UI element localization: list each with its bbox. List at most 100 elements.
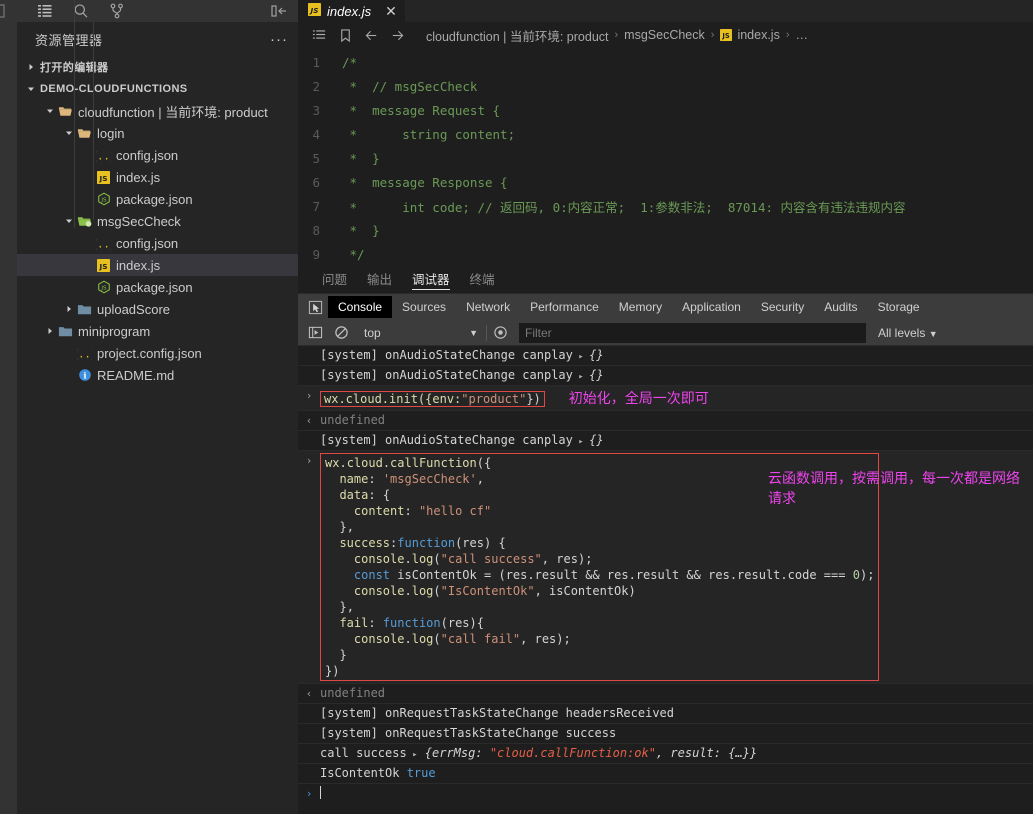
files-icon[interactable]	[37, 3, 53, 19]
breadcrumb-item-0[interactable]: cloudfunction | 当前环境: product	[424, 26, 611, 45]
console-row-gutter: ›	[305, 389, 313, 402]
console-row[interactable]: ‹ undefined	[298, 684, 1033, 704]
collapse-sidebar-icon[interactable]	[270, 3, 288, 19]
outline-icon[interactable]	[306, 28, 332, 43]
devtools-tab-application[interactable]: Application	[672, 296, 751, 318]
breadcrumb-item-1[interactable]: msgSecCheck	[622, 28, 707, 42]
console-row[interactable]: › wx.cloud.callFunction({ name: 'msgSecCh…	[298, 451, 1033, 684]
sidebar-section-open-editors[interactable]: 打开的编辑器	[17, 56, 298, 78]
tree-item-label: config.json	[116, 235, 179, 251]
expand-triangle-icon[interactable]: ▸	[573, 372, 589, 382]
console-row[interactable]: ‹ undefined	[298, 411, 1033, 431]
expand-triangle-icon[interactable]: ▸	[407, 750, 417, 760]
panel-tab-2[interactable]: 调试器	[402, 263, 460, 293]
breadcrumb-item-2[interactable]: index.js	[735, 28, 781, 42]
chevron-down-icon[interactable]	[63, 216, 75, 226]
close-icon[interactable]: ✕	[385, 3, 397, 20]
editor-tab-index-js[interactable]: JS index.js ✕	[298, 0, 406, 22]
tree-item-project.config.json[interactable]: {..} project.config.json	[17, 342, 298, 364]
breadcrumb-separator: ›	[614, 29, 619, 41]
tree-item-readme.md[interactable]: i README.md	[17, 364, 298, 386]
clear-console-icon[interactable]	[328, 325, 354, 340]
tree-item-miniprogram[interactable]: miniprogram	[17, 320, 298, 342]
tree-item-login[interactable]: login	[17, 122, 298, 144]
console-row[interactable]: [system] onAudioStateChange canplay ▸ {}	[298, 366, 1033, 386]
chevron-down-icon: ▼	[469, 327, 478, 338]
expand-triangle-icon[interactable]: ▸	[573, 352, 589, 362]
filter-input[interactable]	[519, 322, 866, 343]
system-log-text: [system] onRequestTaskStateChange header…	[320, 706, 675, 720]
tree-item-config.json[interactable]: {..} config.json	[17, 144, 298, 166]
console-row[interactable]: call success ▸ {errMsg: "cloud.callFunct…	[298, 744, 1033, 764]
devtools-tab-audits[interactable]: Audits	[814, 296, 867, 318]
chevron-right-icon[interactable]	[44, 326, 56, 336]
console-row-body	[320, 786, 1033, 800]
code-text: */	[342, 246, 365, 262]
tree-item-package.json[interactable]: JS package.json	[17, 188, 298, 210]
log-levels-select[interactable]: All levels ▼	[878, 326, 938, 340]
chevron-down-icon[interactable]	[44, 106, 56, 116]
console-row[interactable]: IsContentOk true	[298, 764, 1033, 784]
code-editor[interactable]: 1/* 2 * // msgSecCheck 3 * message Request…	[298, 48, 1033, 263]
tree-item-index.js[interactable]: JS index.js	[17, 254, 298, 276]
console-code-line: console.log("call success", res);	[353, 552, 593, 566]
console-row[interactable]: [system] onRequestTaskStateChange header…	[298, 704, 1033, 724]
tree-item-label: uploadScore	[97, 301, 170, 317]
tree-item-index.js[interactable]: JS index.js	[17, 166, 298, 188]
breadcrumb-item-3[interactable]: …	[794, 28, 811, 42]
console-row[interactable]: [system] onAudioStateChange canplay ▸ {}	[298, 431, 1033, 451]
log-object[interactable]: {}	[589, 348, 603, 362]
explorer-sidebar: 资源管理器 ··· 打开的编辑器 DEMO-CLOUDFUNCTIONS clo…	[17, 0, 298, 814]
console-sidebar-icon[interactable]	[302, 325, 328, 340]
panel-tab-3[interactable]: 终端	[460, 263, 505, 293]
log-object[interactable]: {}	[589, 433, 603, 447]
log-object[interactable]: {}	[589, 368, 603, 382]
nav-back-icon[interactable]	[358, 28, 384, 43]
bookmark-icon[interactable]	[332, 28, 358, 43]
devtools-tab-storage[interactable]: Storage	[868, 296, 930, 318]
console-output[interactable]: [system] onAudioStateChange canplay ▸ {}…	[298, 346, 1033, 814]
console-row[interactable]: [system] onAudioStateChange canplay ▸ {}	[298, 346, 1033, 366]
devtools-tab-network[interactable]: Network	[456, 296, 520, 318]
search-icon[interactable]	[73, 3, 89, 19]
console-log-value: true	[399, 766, 436, 780]
chevron-down-icon[interactable]	[63, 128, 75, 138]
devtools-tab-memory[interactable]: Memory	[609, 296, 672, 318]
tree-item-uploadscore[interactable]: uploadScore	[17, 298, 298, 320]
tree-item-msgseccheck[interactable]: msgSecCheck	[17, 210, 298, 232]
console-context-select[interactable]: top ▼	[354, 323, 486, 343]
tree-item-config.json[interactable]: {..} config.json	[17, 232, 298, 254]
devtools-tab-console[interactable]: Console	[328, 296, 393, 318]
panel-tab-0[interactable]: 问题	[312, 263, 357, 293]
console-row[interactable]: ›	[298, 784, 1033, 804]
panel-tab-1[interactable]: 输出	[357, 263, 402, 293]
tree-item-cloudfunction---------product[interactable]: cloudfunction | 当前环境: product	[17, 100, 298, 122]
console-row[interactable]: [system] onRequestTaskStateChange succes…	[298, 724, 1033, 744]
code-line: 5 * }	[298, 146, 1033, 170]
folder-icon	[77, 302, 92, 317]
sidebar-section-demo-cloudfunctions[interactable]: DEMO-CLOUDFUNCTIONS	[17, 78, 298, 100]
console-row[interactable]: › wx.cloud.init({env:"product"}) 初始化，全局一次即…	[298, 386, 1033, 411]
console-row-body: [system] onAudioStateChange canplay ▸ {}	[320, 368, 1033, 382]
console-row-gutter: ›	[305, 454, 313, 467]
devtools-tab-security[interactable]: Security	[751, 296, 814, 318]
devtools-tab-sources[interactable]: Sources	[392, 296, 456, 318]
nodejs-icon: JS	[97, 280, 111, 294]
more-actions-icon[interactable]: ···	[270, 31, 288, 48]
breadcrumb: cloudfunction | 当前环境: product › msgSecCh…	[298, 22, 1033, 48]
activity-bar-partial-icon[interactable]	[0, 0, 17, 22]
chevron-right-icon[interactable]	[63, 304, 75, 314]
live-expression-icon[interactable]	[487, 325, 513, 340]
source-control-icon[interactable]	[109, 3, 125, 19]
console-input-expression[interactable]: wx.cloud.init({env:"product"})	[320, 391, 545, 407]
system-log-text: [system] onAudioStateChange canplay	[320, 433, 573, 447]
tree-item-label: config.json	[116, 147, 179, 163]
inspect-element-icon[interactable]	[302, 300, 328, 315]
console-prompt-caret[interactable]	[320, 786, 321, 799]
console-row-gutter: ‹	[305, 687, 313, 700]
nav-forward-icon[interactable]	[384, 28, 410, 43]
devtools-tab-performance[interactable]: Performance	[520, 296, 609, 318]
tree-item-package.json[interactable]: JS package.json	[17, 276, 298, 298]
expand-triangle-icon[interactable]: ▸	[573, 437, 589, 447]
console-row-gutter	[298, 348, 320, 349]
